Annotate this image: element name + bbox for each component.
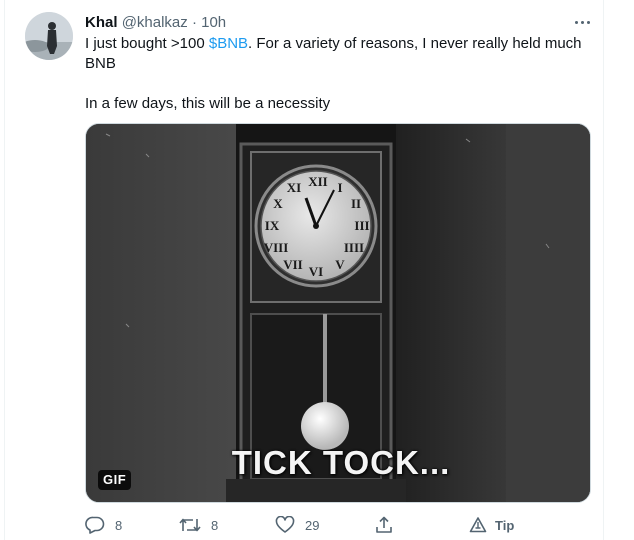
tweet-paragraph-2: In a few days, this will be a necessity [85, 95, 331, 112]
share-button[interactable] [375, 516, 393, 534]
header-separator: · [191, 14, 197, 31]
svg-text:VIII: VIII [264, 240, 289, 255]
like-count: 29 [305, 517, 320, 533]
avatar[interactable] [25, 12, 73, 60]
reply-icon [85, 516, 105, 534]
tweet-card[interactable]: Khal @khalkaz · 10h I just bought >100 $… [4, 0, 604, 540]
tip-icon [469, 517, 487, 533]
reply-count: 8 [115, 517, 123, 533]
retweet-button[interactable]: 8 [179, 516, 218, 534]
svg-text:VI: VI [309, 264, 323, 279]
cashtag-link[interactable]: $BNB [209, 35, 248, 52]
author-handle[interactable]: @khalkaz [122, 14, 188, 31]
svg-text:IX: IX [265, 218, 280, 233]
tweet-actions: 8 8 29 Tip [85, 516, 605, 536]
tweet-text: I just bought >100 $BNB. For a variety o… [85, 34, 585, 114]
tweet-header: Khal @khalkaz · 10h [85, 13, 226, 33]
tip-button[interactable]: Tip [469, 516, 514, 534]
more-horizontal-icon[interactable] [572, 12, 594, 32]
retweet-count: 8 [211, 517, 219, 533]
svg-text:XI: XI [287, 180, 301, 195]
gif-media[interactable]: XII I II III IIII V VI VII VIII IX X XI [85, 123, 591, 503]
like-button[interactable]: 29 [275, 516, 319, 534]
author-name[interactable]: Khal [85, 14, 118, 31]
svg-text:II: II [351, 196, 361, 211]
share-icon [376, 516, 392, 533]
reply-button[interactable]: 8 [85, 516, 122, 534]
svg-text:IIII: IIII [344, 240, 364, 255]
svg-text:I: I [337, 180, 342, 195]
tip-label: Tip [495, 517, 515, 533]
tweet-paragraph-1: I just bought >100 $BNB. For a variety o… [85, 34, 585, 74]
svg-text:V: V [335, 257, 345, 272]
tweet-timestamp[interactable]: 10h [201, 14, 226, 31]
svg-text:III: III [354, 218, 369, 233]
gif-badge: GIF [98, 470, 132, 490]
svg-text:X: X [273, 196, 283, 211]
heart-icon [275, 516, 295, 533]
gif-caption: TICK TOCK... [231, 444, 451, 481]
text-before: I just bought >100 [85, 35, 209, 52]
svg-text:XII: XII [308, 174, 328, 189]
svg-text:VII: VII [283, 257, 303, 272]
retweet-icon [179, 518, 201, 532]
